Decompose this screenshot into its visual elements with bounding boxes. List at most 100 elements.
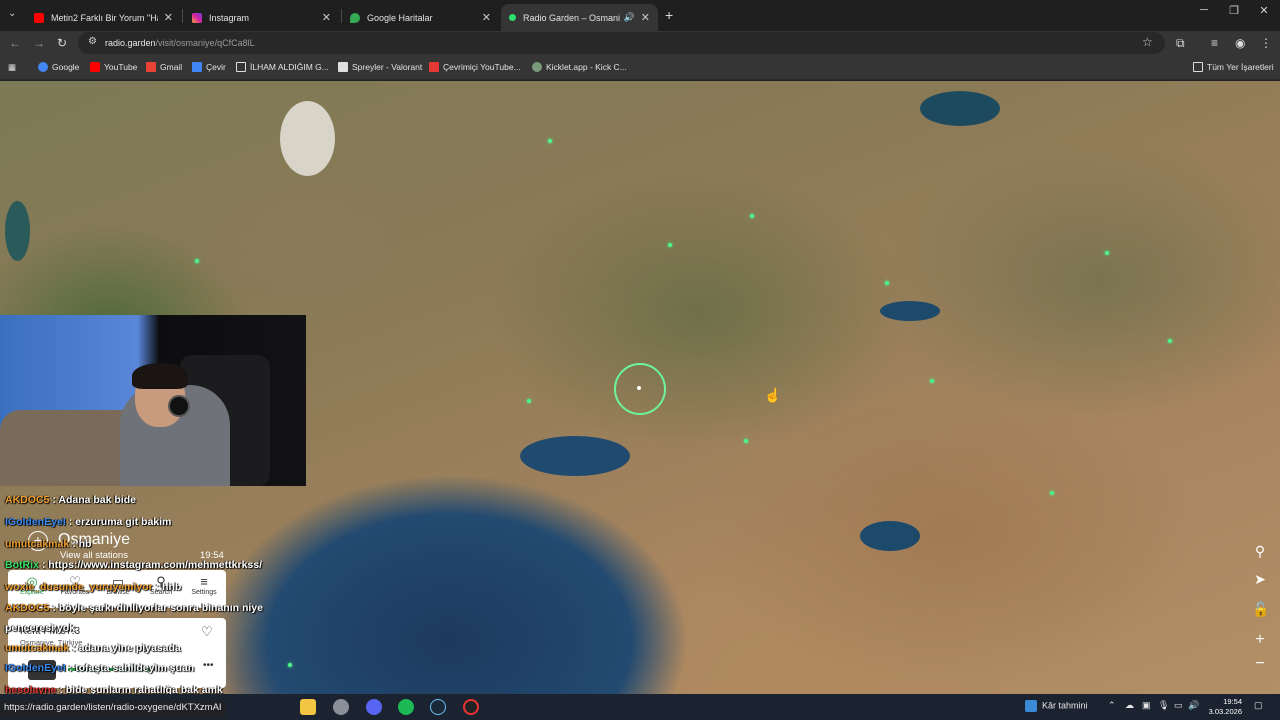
bookmark-translate[interactable]: Çevir (192, 62, 226, 72)
chat-text: : erzuruma git bakim (68, 516, 172, 528)
station-dot[interactable] (527, 399, 531, 403)
clock-time: 19:54 (1223, 697, 1242, 706)
close-icon[interactable]: ✕ (641, 11, 650, 24)
station-dot[interactable] (930, 379, 934, 383)
station-dot[interactable] (750, 214, 754, 218)
bookmark-kicklet[interactable]: Kicklet.app - Kick C... (532, 62, 627, 72)
site-info-icon[interactable]: ⚙ (88, 36, 97, 47)
forward-arrow-icon[interactable]: → (33, 36, 45, 50)
chat-message: AKDOC5: böyle şarkı dinliyorlar sonra bi… (5, 602, 263, 614)
address-bar[interactable]: ⚙ radio.garden/visit/osmaniye/qCfCa8lL ☆ (78, 32, 1165, 54)
chat-text: : hb (72, 538, 92, 550)
status-url-bubble: https://radio.garden/listen/radio-oxygen… (0, 701, 226, 717)
weather-widget[interactable]: Kâr tahmini (1025, 700, 1088, 712)
tool-icon (429, 62, 439, 72)
tab-radio-garden[interactable]: Radio Garden – Osmaniye 🔊 ✕ (501, 4, 658, 31)
tab-google-maps[interactable]: Google Haritalar ✕ (342, 4, 499, 31)
close-icon[interactable]: ✕ (482, 11, 491, 24)
radio-dot-icon (509, 14, 516, 21)
station-dot[interactable] (195, 259, 199, 263)
tray-cloud-icon[interactable]: ☁ (1125, 700, 1134, 711)
bookmark-valorant[interactable]: Spreyler - Valorant (338, 62, 422, 72)
speaker-icon[interactable]: 🔊 (624, 12, 635, 23)
salt-lake (280, 101, 335, 176)
tab-instagram[interactable]: Instagram ✕ (184, 4, 339, 31)
station-dot[interactable] (1050, 491, 1054, 495)
spotify-icon[interactable] (398, 699, 414, 715)
volume-icon[interactable]: 🔊 (1188, 700, 1199, 711)
chat-text: penceresi yok (5, 622, 76, 634)
notification-icon[interactable]: ▢ (1254, 700, 1263, 711)
close-window-icon[interactable]: ✕ (1250, 4, 1278, 17)
station-dot[interactable] (885, 281, 889, 285)
youtube-icon (34, 12, 44, 23)
chat-text: : adana yine piyasada (72, 642, 181, 654)
reservoir (920, 91, 1000, 126)
microphone-icon[interactable]: 🎙 (1158, 700, 1169, 711)
menu-icon: ≡ (200, 574, 208, 589)
discord-icon[interactable] (366, 699, 382, 715)
bookmark-youtube[interactable]: YouTube (90, 62, 137, 72)
system-clock[interactable]: 19:54 3.03.2026 (1209, 697, 1242, 717)
tab-label: Google Haritalar (367, 12, 433, 23)
weather-text: Kâr tahmini (1042, 700, 1088, 711)
bookmark-folder-ilham[interactable]: İLHAM ALDIĞIM G... (236, 62, 329, 72)
station-dot[interactable] (668, 243, 672, 247)
zoom-in-icon[interactable]: + (1252, 631, 1268, 649)
reload-icon[interactable]: ↻ (57, 36, 67, 50)
restore-icon[interactable]: ❐ (1220, 4, 1248, 17)
tab-strip: ⌄ Metin2 Farklı Bir Yorum "Hadi G ✕ Inst… (0, 0, 1280, 31)
maps-pin-icon (350, 12, 360, 23)
station-dot[interactable] (548, 139, 552, 143)
network-icon[interactable]: ▭ (1174, 700, 1183, 711)
tray-app-icon[interactable]: ▣ (1142, 700, 1151, 711)
profile-icon[interactable]: ◉ (1235, 36, 1245, 50)
tab-metin2[interactable]: Metin2 Farklı Bir Yorum "Hadi G ✕ (26, 4, 181, 31)
chat-message: woxie_dusunde_yuruyemiyor: hhb (5, 581, 181, 593)
browser-toolbar: ← → ↻ ⚙ radio.garden/visit/osmaniye/qCfC… (0, 31, 1280, 56)
back-arrow-icon[interactable]: ← (9, 36, 21, 50)
close-icon[interactable]: ✕ (322, 11, 331, 24)
steam-icon[interactable] (430, 699, 446, 715)
tab-label: Metin2 Farklı Bir Yorum "Hadi G (51, 12, 158, 23)
tab-label: Radio Garden – Osmaniye (523, 12, 620, 23)
bookmark-label: Spreyler - Valorant (352, 62, 423, 72)
chat-message: umutcakmak: hb (5, 538, 91, 550)
translate-icon (192, 62, 202, 72)
all-bookmarks[interactable]: Tüm Yer İşaretleri (1193, 62, 1274, 72)
chat-message: IGoldenEyeI: tofaşta sahildeyim şuan (5, 662, 194, 674)
location-pin-icon[interactable]: ⚲ (1252, 543, 1268, 560)
nav-settings[interactable]: ≡ Settings (184, 574, 224, 596)
bookmark-gmail[interactable]: Gmail (146, 62, 182, 72)
tray-chevron-icon[interactable]: ⌃ (1108, 700, 1116, 711)
webcam-streamer-hair (132, 363, 188, 389)
new-tab-plus-icon[interactable]: + (665, 7, 673, 23)
obs-icon[interactable] (463, 699, 479, 715)
menu-kebab-icon[interactable]: ⋮ (1260, 36, 1272, 50)
bookmark-youtube-tool[interactable]: Çevrimiçi YouTube... (429, 62, 521, 72)
weather-icon (1025, 700, 1037, 712)
zoom-out-icon[interactable]: − (1252, 655, 1268, 673)
station-dot[interactable] (1168, 339, 1172, 343)
station-dot[interactable] (744, 439, 748, 443)
bookmark-google[interactable]: Google (38, 62, 79, 72)
close-icon[interactable]: ✕ (164, 11, 173, 24)
favorite-heart-icon[interactable]: ♡ (201, 624, 213, 640)
apps-grid-icon[interactable]: ▦ (8, 62, 16, 73)
minimize-icon[interactable]: ─ (1190, 4, 1218, 16)
selected-station-dot[interactable] (637, 386, 641, 390)
media-control-icon[interactable]: ≡ (1211, 36, 1218, 50)
lock-icon[interactable]: 🔓 (1252, 601, 1269, 618)
extensions-icon[interactable]: ⧉ (1176, 36, 1185, 51)
url-path: /visit/osmaniye/qCfCa8lL (155, 38, 255, 48)
file-explorer-icon[interactable] (300, 699, 316, 715)
tab-label: Instagram (209, 12, 250, 23)
station-dot[interactable] (288, 663, 292, 667)
more-options-icon[interactable]: ••• (203, 660, 214, 671)
tab-search-chevron-icon[interactable]: ⌄ (8, 8, 16, 19)
bookmark-star-icon[interactable]: ☆ (1142, 35, 1153, 49)
app-icon[interactable] (333, 699, 349, 715)
my-location-arrow-icon[interactable]: ➤ (1252, 571, 1268, 588)
bookmark-label: İLHAM ALDIĞIM G... (250, 62, 329, 72)
station-dot[interactable] (1105, 251, 1109, 255)
